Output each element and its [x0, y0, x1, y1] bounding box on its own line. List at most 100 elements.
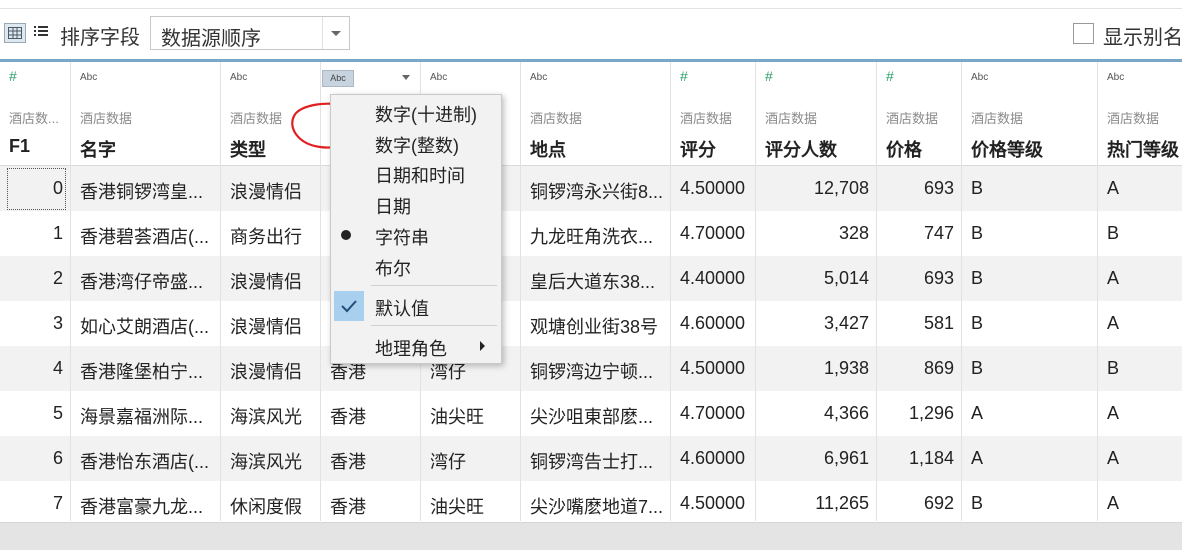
- table-cell[interactable]: 4: [53, 358, 63, 379]
- table-cell[interactable]: B: [971, 358, 983, 379]
- bottom-scrollbar[interactable]: [0, 522, 1182, 550]
- grid-view-icon[interactable]: [4, 23, 26, 43]
- table-cell[interactable]: 香港铜锣湾皇...: [80, 178, 203, 204]
- table-cell[interactable]: 1: [53, 223, 63, 244]
- table-cell[interactable]: 香港: [330, 448, 366, 474]
- column-header[interactable]: 价格: [886, 136, 922, 162]
- table-cell[interactable]: 如心艾朗酒店(...: [80, 313, 209, 339]
- table-cell[interactable]: 4,366: [824, 403, 869, 424]
- table-cell[interactable]: B: [971, 268, 983, 289]
- table-cell[interactable]: 5,014: [824, 268, 869, 289]
- table-cell[interactable]: 4.60000: [680, 448, 745, 469]
- table-cell[interactable]: A: [1107, 268, 1119, 289]
- table-cell[interactable]: 浪漫情侣: [230, 268, 302, 294]
- string-type-icon[interactable]: Abc: [971, 72, 988, 83]
- table-cell[interactable]: 5: [53, 403, 63, 424]
- table-cell[interactable]: 1,938: [824, 358, 869, 379]
- number-type-icon[interactable]: #: [886, 68, 894, 84]
- table-cell[interactable]: B: [1107, 223, 1119, 244]
- table-cell[interactable]: 香港湾仔帝盛...: [80, 268, 203, 294]
- column-header[interactable]: 评分: [680, 136, 716, 162]
- column-header[interactable]: F1: [9, 136, 30, 157]
- table-cell[interactable]: A: [1107, 313, 1119, 334]
- table-cell[interactable]: 12,708: [814, 178, 869, 199]
- table-cell[interactable]: 海滨风光: [230, 448, 302, 474]
- menu-item-5[interactable]: 布尔: [331, 251, 501, 281]
- table-cell[interactable]: 11,265: [815, 493, 869, 514]
- show-alias-checkbox[interactable]: [1073, 23, 1094, 44]
- table-cell[interactable]: 休闲度假: [230, 493, 302, 519]
- table-cell[interactable]: A: [1107, 178, 1119, 199]
- table-cell[interactable]: 湾仔: [430, 448, 466, 474]
- list-view-icon[interactable]: [34, 24, 50, 42]
- column-header[interactable]: 地点: [530, 136, 566, 162]
- table-cell[interactable]: 尖沙咀東部麽...: [530, 403, 653, 429]
- number-type-icon[interactable]: #: [680, 68, 688, 84]
- table-cell[interactable]: 铜锣湾告士打...: [530, 448, 653, 474]
- string-type-icon[interactable]: Abc: [430, 72, 447, 83]
- table-cell[interactable]: 铜锣湾永兴街8...: [530, 178, 663, 204]
- table-cell[interactable]: 747: [924, 223, 954, 244]
- string-type-icon[interactable]: Abc: [1107, 72, 1124, 83]
- table-cell[interactable]: 2: [53, 268, 63, 289]
- table-cell[interactable]: 香港: [330, 493, 366, 519]
- table-cell[interactable]: 4.50000: [680, 493, 745, 514]
- column-header[interactable]: 评分人数: [765, 136, 837, 162]
- table-cell[interactable]: 4.60000: [680, 313, 745, 334]
- table-cell[interactable]: 香港: [330, 403, 366, 429]
- column-header[interactable]: 热门等级: [1107, 136, 1179, 162]
- table-cell[interactable]: 1,296: [909, 403, 954, 424]
- table-cell[interactable]: A: [971, 403, 983, 424]
- table-cell[interactable]: 4.70000: [680, 403, 745, 424]
- table-cell[interactable]: 浪漫情侣: [230, 178, 302, 204]
- menu-item-3[interactable]: 日期: [331, 189, 501, 219]
- table-cell[interactable]: 693: [924, 178, 954, 199]
- menu-item-0[interactable]: 数字(十进制): [331, 97, 501, 127]
- table-cell[interactable]: 尖沙嘴麽地道7...: [530, 493, 663, 519]
- menu-item-7[interactable]: 地理角色: [331, 331, 501, 361]
- table-cell[interactable]: 商务出行: [230, 223, 302, 249]
- table-cell[interactable]: B: [971, 223, 983, 244]
- table-cell[interactable]: 香港怡东酒店(...: [80, 448, 209, 474]
- table-cell[interactable]: B: [1107, 358, 1119, 379]
- column-header[interactable]: 价格等级: [971, 136, 1043, 162]
- table-cell[interactable]: 浪漫情侣: [230, 358, 302, 384]
- table-cell[interactable]: 九龙旺角洗衣...: [530, 223, 653, 249]
- table-cell[interactable]: 6,961: [824, 448, 869, 469]
- table-cell[interactable]: A: [1107, 448, 1119, 469]
- table-cell[interactable]: 328: [839, 223, 869, 244]
- table-cell[interactable]: B: [971, 178, 983, 199]
- table-cell[interactable]: 4.70000: [680, 223, 745, 244]
- menu-item-4[interactable]: 字符串: [331, 220, 501, 250]
- chevron-down-icon[interactable]: [322, 17, 349, 49]
- table-cell[interactable]: 海景嘉福洲际...: [80, 403, 203, 429]
- table-cell[interactable]: 观塘创业街38号: [530, 313, 658, 339]
- string-type-icon[interactable]: Abc: [530, 72, 547, 83]
- table-cell[interactable]: 4.50000: [680, 358, 745, 379]
- table-cell[interactable]: 4.40000: [680, 268, 745, 289]
- string-type-icon[interactable]: Abc: [322, 70, 354, 87]
- table-cell[interactable]: B: [971, 313, 983, 334]
- table-cell[interactable]: 7: [53, 493, 63, 514]
- table-cell[interactable]: A: [1107, 403, 1119, 424]
- table-cell[interactable]: 4.50000: [680, 178, 745, 199]
- table-cell[interactable]: 香港碧荟酒店(...: [80, 223, 209, 249]
- table-cell[interactable]: 693: [924, 268, 954, 289]
- number-type-icon[interactable]: #: [765, 68, 773, 84]
- table-cell[interactable]: 3,427: [824, 313, 869, 334]
- table-cell[interactable]: 铜锣湾边宁顿...: [530, 358, 653, 384]
- menu-item-1[interactable]: 数字(整数): [331, 128, 501, 158]
- number-type-icon[interactable]: #: [9, 68, 17, 84]
- table-cell[interactable]: 香港富豪九龙...: [80, 493, 203, 519]
- table-cell[interactable]: 581: [924, 313, 954, 334]
- table-cell[interactable]: 浪漫情侣: [230, 313, 302, 339]
- table-cell[interactable]: 869: [924, 358, 954, 379]
- menu-item-2[interactable]: 日期和时间: [331, 158, 501, 188]
- table-cell[interactable]: 692: [924, 493, 954, 514]
- table-cell[interactable]: 1,184: [909, 448, 954, 469]
- table-cell[interactable]: 皇后大道东38...: [530, 268, 655, 294]
- table-cell[interactable]: A: [971, 448, 983, 469]
- column-header[interactable]: 名字: [80, 136, 116, 162]
- chevron-down-icon[interactable]: [402, 75, 410, 80]
- table-cell[interactable]: 6: [53, 448, 63, 469]
